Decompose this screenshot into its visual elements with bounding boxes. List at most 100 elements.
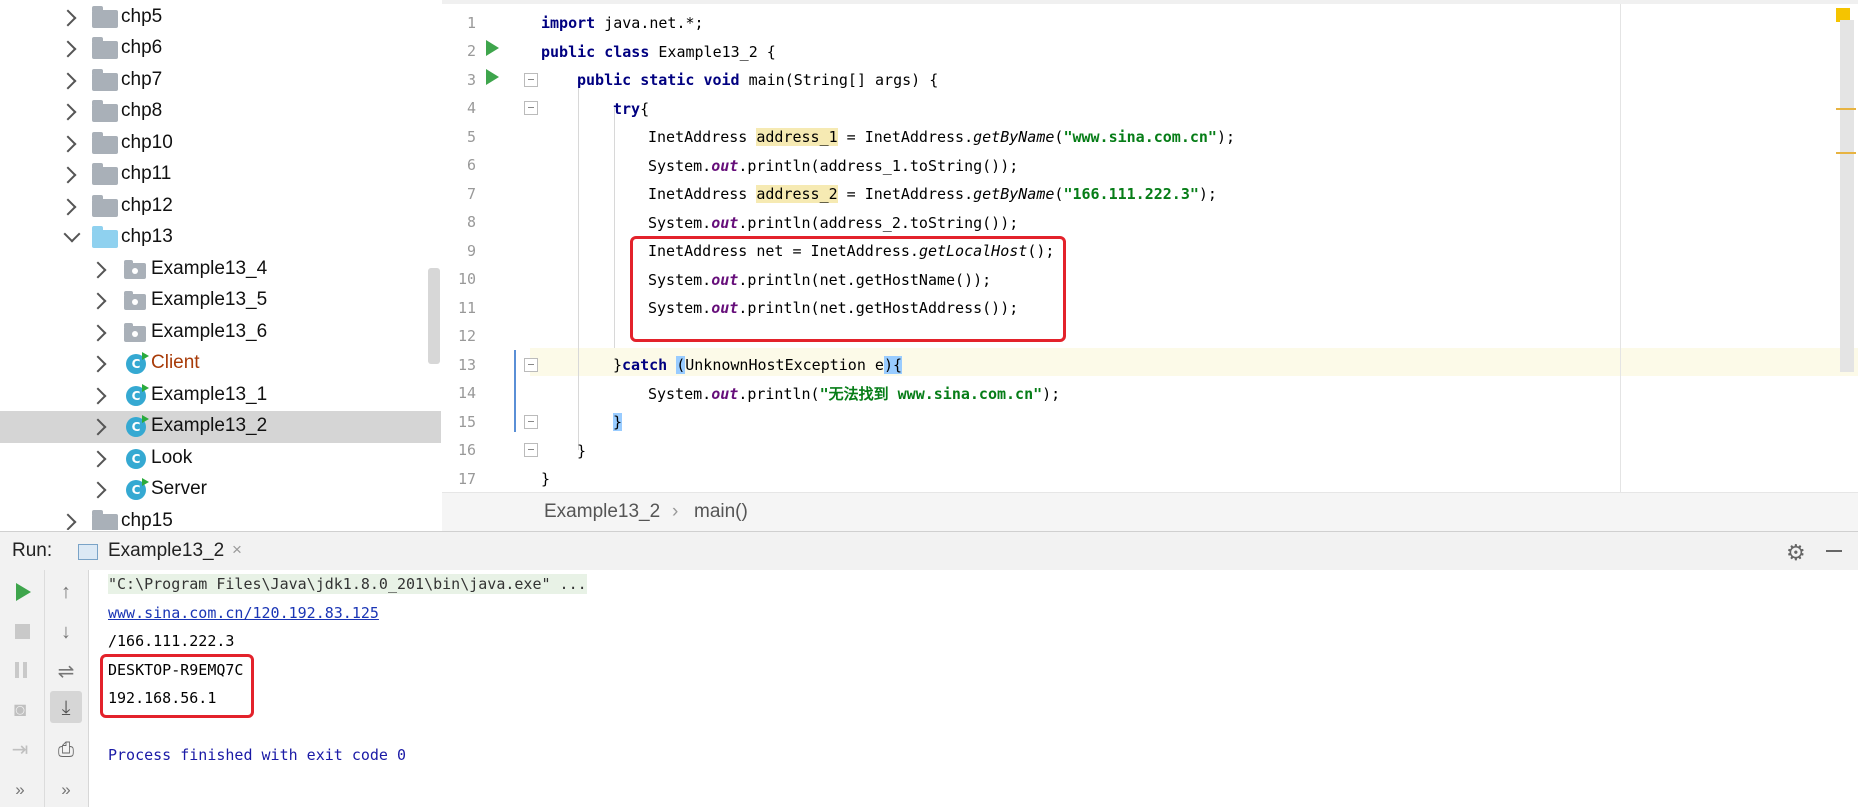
code-token: address_2 [756,185,838,203]
gear-icon[interactable]: ⚙ [1786,540,1806,566]
code-line-8: System.out.println(address_2.toString())… [648,213,1018,233]
fold-marker-icon[interactable] [524,101,538,115]
chevron-right-icon[interactable] [59,72,77,90]
tree-item-look[interactable]: C Look [0,443,441,475]
line-number: 16 [457,441,476,459]
line-number: 7 [466,185,476,203]
line-number: 9 [466,242,476,260]
run-main-icon[interactable] [486,69,499,85]
up-arrow-icon[interactable]: ↑ [52,578,80,606]
tree-item-chp12[interactable]: chp12 [0,191,441,223]
toolbar-divider [44,570,45,807]
code-token: System. [648,157,712,175]
tree-item-chp13[interactable]: chp13 [0,222,441,254]
chevron-right-icon[interactable] [89,292,107,310]
line-number: 4 [466,99,476,117]
chevron-right-icon[interactable] [89,324,107,342]
tree-item-example13-4[interactable]: Example13_4 [0,254,441,286]
console-line-link[interactable]: www.sina.com.cn/120.192.83.125 [108,603,379,623]
chevron-right-icon[interactable] [59,166,77,184]
chevron-right-icon[interactable] [59,40,77,58]
tree-item-label: Look [151,447,193,468]
chevron-right-icon[interactable] [59,198,77,216]
tree-item-example13-5[interactable]: Example13_5 [0,285,441,317]
print-icon[interactable]: ⎙ [52,736,80,764]
code-token: public [577,71,632,89]
error-stripe-mark[interactable] [1836,152,1856,154]
chevron-right-icon[interactable] [59,135,77,153]
code-line-2: public class Example13_2 { [541,42,776,62]
run-class-icon[interactable] [486,40,499,56]
code-token: "无法找到 www.sina.com.cn" [819,385,1043,403]
more-right-icon[interactable]: » [52,776,80,804]
highlight-box-output [100,654,254,718]
tree-item-server[interactable]: C Server [0,474,441,506]
chevron-right-icon[interactable] [59,513,77,530]
code-token: out [711,385,739,403]
tree-scrollbar[interactable] [428,268,440,364]
runnable-badge-icon [142,384,149,392]
tree-item-label: chp8 [121,100,163,121]
code-token: .println(address_2.toString()); [738,214,1019,232]
minimize-icon[interactable] [1826,550,1842,552]
exit-icon[interactable]: ⇥ [6,736,34,764]
close-icon[interactable]: × [232,540,242,560]
tree-item-example13-6[interactable]: Example13_6 [0,317,441,349]
tree-item-chp5[interactable]: chp5 [0,2,441,34]
code-token: main(String[] args) { [739,71,939,89]
chevron-right-icon[interactable] [89,261,107,279]
tree-item-chp10[interactable]: chp10 [0,128,441,160]
line-number: 12 [457,327,476,345]
more-left-icon[interactable]: » [6,776,34,804]
chevron-right-icon[interactable] [89,481,107,499]
tree-item-label: chp7 [121,69,163,90]
fold-marker-icon[interactable] [524,358,538,372]
tree-item-label: chp10 [121,132,173,153]
tree-item-label: chp15 [121,510,173,530]
tree-item-chp8[interactable]: chp8 [0,96,441,128]
code-token: } [613,413,623,431]
soft-wrap-icon[interactable]: ⇌ [52,658,80,686]
fold-marker-icon[interactable] [524,73,538,87]
tree-item-chp15[interactable]: chp15 [0,506,441,530]
tree-item-label: Server [151,478,207,499]
folder-icon [92,163,118,185]
tree-item-example13-1[interactable]: C Example13_1 [0,380,441,412]
code-line-13: }catch (UnknownHostException e){ [613,355,902,375]
chevron-right-icon[interactable] [59,9,77,27]
runnable-badge-icon [142,415,149,423]
chevron-down-icon[interactable] [63,225,81,243]
console-command-line[interactable]: "C:\Program Files\Java\jdk1.8.0_201\bin\… [108,574,587,594]
chevron-right-icon[interactable] [89,355,107,373]
tree-item-chp7[interactable]: chp7 [0,65,441,97]
error-stripe-mark[interactable] [1836,108,1856,110]
code-token: ); [1198,185,1217,203]
code-token: System. [648,385,712,403]
tree-item-example13-2[interactable]: C Example13_2 [0,411,441,443]
chevron-right-icon[interactable] [59,103,77,121]
rerun-icon[interactable] [16,583,31,601]
tab-run-config[interactable]: Example13_2 × [60,532,250,570]
down-arrow-icon[interactable]: ↓ [52,618,80,646]
camera-icon[interactable]: ◙ [6,696,34,724]
tree-item-chp6[interactable]: chp6 [0,33,441,65]
fold-marker-icon[interactable] [524,443,538,457]
tree-item-client[interactable]: C Client [0,348,441,380]
code-token: } [541,470,551,488]
breadcrumb-class[interactable]: Example13_2 [544,501,660,523]
line-number: 15 [457,413,476,431]
runnable-badge-icon [142,352,149,360]
stop-icon[interactable] [15,624,30,639]
breadcrumb-method[interactable]: main() [694,501,748,523]
chevron-right-icon[interactable] [89,387,107,405]
editor-scrollbar[interactable] [1840,20,1854,372]
code-token: static [640,71,695,89]
chevron-right-icon[interactable] [89,418,107,436]
pause-icon[interactable] [15,662,19,678]
chevron-right-icon[interactable] [89,450,107,468]
tree-item-chp11[interactable]: chp11 [0,159,441,191]
code-line-7: InetAddress address_2 = InetAddress.getB… [648,184,1217,204]
fold-marker-icon[interactable] [524,415,538,429]
code-token: getByName [973,128,1055,146]
